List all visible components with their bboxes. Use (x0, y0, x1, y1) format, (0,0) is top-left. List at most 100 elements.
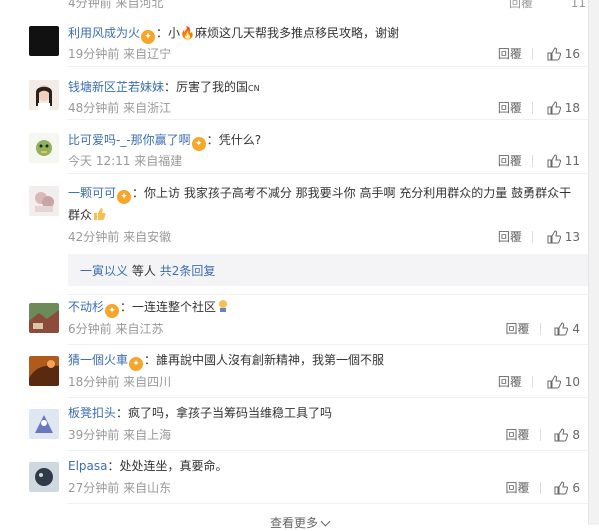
reply-button[interactable]: 回覆 (509, 0, 533, 10)
comment-location: 来自安徽 (123, 230, 172, 244)
avatar[interactable] (29, 462, 59, 492)
vip-badge-icon: ✦ (191, 137, 206, 151)
sub-reply-count[interactable]: 共2条回复 (160, 264, 216, 278)
like-count: 16 (564, 47, 580, 61)
reply-button[interactable]: 回覆 (498, 101, 522, 115)
comment-text: 处处连坐，真要命。 (119, 459, 228, 473)
avatar[interactable] (29, 186, 59, 216)
thumb-up-icon (554, 481, 569, 495)
comment-text: 你上访 我家孩子高考不减分 那我要斗你 高手啊 充分利用群众的力量 鼓勇群众干 (144, 186, 572, 200)
thumb-up-icon (547, 101, 561, 115)
divider (68, 119, 589, 120)
comment-text: 一连连整个社区 (132, 300, 217, 314)
thumbs-up-emoji-icon (92, 206, 106, 220)
reply-button[interactable]: 回覆 (506, 322, 530, 336)
comment-text: 疯了吗，拿孩子当筹码当维稳工具了吗 (128, 406, 333, 420)
emoji-icon (216, 298, 230, 312)
like-count: 4 (572, 322, 580, 336)
username-link[interactable]: 钱塘新区芷若妹妹 (68, 80, 164, 94)
comment-location: 来自浙江 (123, 101, 172, 115)
cn-suffix: CN (248, 84, 260, 93)
like-count: 10 (564, 375, 580, 389)
like-button[interactable]: 4 (554, 322, 580, 336)
comment-meta: 4分钟前 来自河北 (68, 0, 164, 10)
reply-button[interactable]: 回覆 (498, 154, 522, 168)
reply-button[interactable]: 回覆 (498, 47, 522, 61)
username-link[interactable]: 利用风成为火 (68, 26, 140, 40)
username-link[interactable]: 板凳扣头 (68, 406, 116, 420)
comment-location: 来自上海 (123, 428, 172, 442)
like-button[interactable]: 18 (547, 101, 580, 115)
thumb-up-icon (547, 47, 561, 61)
like-button[interactable]: 11 (547, 154, 580, 168)
avatar[interactable] (29, 133, 59, 163)
reply-button[interactable]: 回覆 (506, 481, 530, 495)
sub-reply-text: 等人 (131, 264, 156, 278)
comment-text-continued: 群众 (68, 208, 93, 222)
like-count: 11 (570, 0, 586, 10)
like-button[interactable]: 13 (547, 230, 580, 244)
divider (68, 66, 589, 67)
thumb-up-icon (554, 322, 569, 336)
like-count: 11 (564, 154, 580, 168)
comment-time: 27分钟前 (68, 481, 120, 495)
comment-location: 来自山东 (123, 481, 172, 495)
reply-button[interactable]: 回覆 (498, 230, 522, 244)
vip-badge-icon: ✦ (117, 190, 132, 204)
divider (68, 450, 589, 451)
comment-text: 小🔥麻烦这几天帮我多推点移民攻略，谢谢 (168, 26, 399, 40)
sub-reply-user[interactable]: 一寅以义 (80, 264, 128, 278)
divider (68, 173, 589, 174)
thumb-up-icon (554, 428, 569, 442)
load-more-button[interactable]: 查看更多 (0, 514, 599, 531)
scrollbar-track[interactable] (588, 0, 599, 525)
like-count: 8 (572, 428, 580, 442)
divider (68, 503, 589, 504)
username-link[interactable]: 一颗可可 (68, 186, 116, 200)
avatar[interactable] (29, 80, 59, 110)
like-button[interactable]: 10 (547, 375, 580, 389)
comment-time: 今天 12:11 (68, 154, 131, 168)
reply-button[interactable]: 回覆 (506, 428, 530, 442)
comment-text: 誰再說中國人沒有創新精神，我第一個不服 (156, 353, 385, 367)
like-count: 18 (564, 101, 580, 115)
username-link[interactable]: 不动杉 (68, 300, 104, 314)
reply-button[interactable]: 回覆 (498, 375, 522, 389)
comment-text: 凭什么? (218, 133, 262, 147)
comment-time: 18分钟前 (68, 375, 120, 389)
previous-comment-cut: 4分钟前 来自河北 回覆 11 (68, 0, 588, 10)
like-button[interactable]: 16 (547, 47, 580, 61)
sub-replies-box[interactable]: 一寅以义 等人 共2条回复 (68, 254, 588, 286)
thumb-up-icon (547, 375, 561, 389)
comment-location: 来自福建 (134, 154, 183, 168)
avatar[interactable] (29, 356, 59, 386)
username-link[interactable]: Elpasa (68, 459, 108, 473)
divider (68, 294, 589, 295)
comment-time: 39分钟前 (68, 428, 120, 442)
comment-text: 厉害了我的国 (176, 80, 249, 94)
vip-badge-icon: ✦ (141, 30, 156, 44)
sub-replies-link[interactable]: 一寅以义 等人 共2条回复 (80, 262, 215, 279)
like-count: 13 (564, 230, 580, 244)
comment-time: 19分钟前 (68, 47, 120, 61)
vip-badge-icon: ✦ (129, 357, 144, 371)
avatar[interactable] (29, 26, 59, 56)
comment-time: 42分钟前 (68, 230, 120, 244)
comment-location: 来自江苏 (115, 322, 164, 336)
thumb-up-icon (547, 154, 561, 168)
like-count: 6 (572, 481, 580, 495)
divider (68, 397, 589, 398)
username-link[interactable]: 比可爱吗-_-那你赢了啊 (68, 133, 191, 147)
comment-time: 48分钟前 (68, 101, 120, 115)
comment-location: 来自四川 (123, 375, 172, 389)
avatar[interactable] (29, 303, 59, 333)
username-link[interactable]: 猜一個火車 (68, 353, 128, 367)
like-button[interactable]: 8 (554, 428, 580, 442)
like-button[interactable]: 6 (554, 481, 580, 495)
comment-time: 6分钟前 (68, 322, 112, 336)
avatar[interactable] (29, 409, 59, 439)
divider (68, 344, 589, 345)
vip-badge-icon: ✦ (105, 304, 120, 318)
comment-location: 来自辽宁 (123, 47, 172, 61)
comment-actions: 回覆 11 (509, 0, 586, 11)
